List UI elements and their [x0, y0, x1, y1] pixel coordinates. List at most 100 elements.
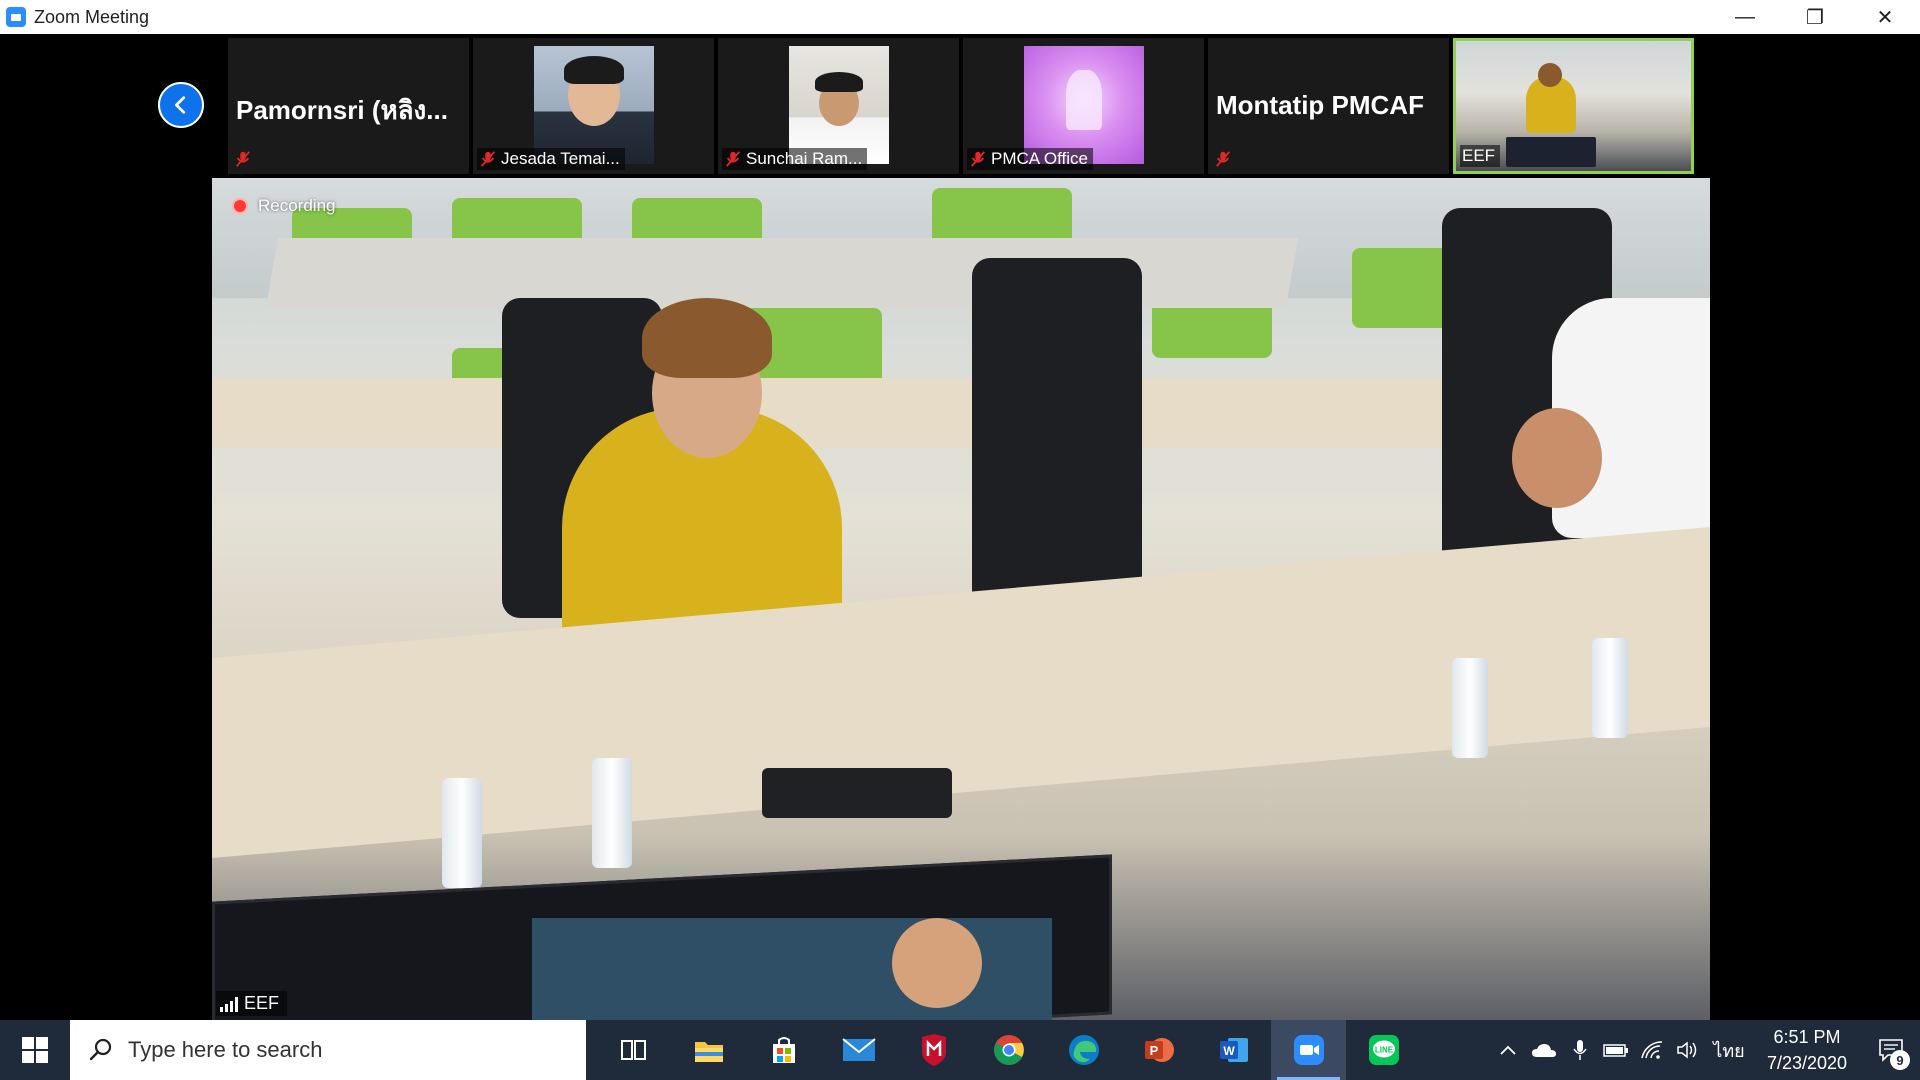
- show-hidden-icons-button[interactable]: [1490, 1020, 1526, 1080]
- svg-text:W: W: [1223, 1044, 1235, 1058]
- participant-tile-active-speaker[interactable]: EEF: [1453, 38, 1694, 174]
- speaker-icon: [1677, 1041, 1697, 1059]
- muted-mic-icon: [1216, 151, 1230, 167]
- video-scene: [1592, 638, 1628, 738]
- search-placeholder: Type here to search: [128, 1037, 323, 1062]
- video-scene: [762, 768, 952, 818]
- system-tray: ไทย 6:51 PM 7/23/2020 9: [1490, 1020, 1920, 1080]
- file-explorer-button[interactable]: [671, 1020, 746, 1080]
- file-explorer-icon: [694, 1042, 723, 1062]
- minimize-button[interactable]: —: [1710, 0, 1780, 34]
- participant-label: EEF: [1460, 145, 1501, 167]
- wifi-icon: [1641, 1041, 1663, 1059]
- mcafee-button[interactable]: [896, 1020, 971, 1080]
- participant-name: Pamornsri (หลิง...: [236, 95, 448, 125]
- powerpoint-button[interactable]: P: [1121, 1020, 1196, 1080]
- start-button[interactable]: [0, 1020, 70, 1080]
- mail-button[interactable]: [821, 1020, 896, 1080]
- action-center-button[interactable]: 9: [1862, 1020, 1920, 1080]
- microphone-button[interactable]: [1562, 1020, 1598, 1080]
- zoom-icon: [1293, 1035, 1324, 1065]
- participant-tile[interactable]: Jesada Temai...: [473, 38, 714, 174]
- word-icon: W: [1219, 1038, 1248, 1062]
- meeting-area: Pamornsri (หลิง... Jesada Temai... Sunch…: [0, 34, 1920, 1020]
- restore-button[interactable]: ❐: [1780, 0, 1850, 34]
- participant-tile[interactable]: Sunchai Ram...: [718, 38, 959, 174]
- muted-mic-icon: [481, 151, 495, 167]
- video-scene: [442, 778, 482, 888]
- participant-name: Jesada Temai...: [501, 149, 620, 168]
- chevron-left-icon: [175, 96, 186, 114]
- mcafee-icon: [921, 1034, 946, 1066]
- video-scene: [1512, 408, 1602, 508]
- window-controls: — ❐ ✕: [1710, 0, 1920, 34]
- muted-mic-icon: [726, 151, 740, 167]
- main-speaker-video: Recording EEF: [212, 178, 1710, 1020]
- windows-taskbar: Type here to search P W LINE ไทย 6:51 PM…: [0, 1020, 1920, 1080]
- cloud-icon: [1532, 1044, 1556, 1057]
- participant-video: [533, 46, 654, 164]
- chevron-up-icon: [1500, 1045, 1516, 1055]
- chrome-button[interactable]: [971, 1020, 1046, 1080]
- clock-date: 7/23/2020: [1766, 1053, 1848, 1073]
- line-icon: LINE: [1368, 1035, 1399, 1065]
- edge-button[interactable]: [1046, 1020, 1121, 1080]
- participant-video: [1023, 46, 1144, 164]
- window-title: Zoom Meeting: [34, 6, 150, 27]
- video-scene: [892, 918, 982, 1008]
- video-scene: [592, 758, 632, 868]
- taskbar-apps: P W LINE: [596, 1020, 1421, 1080]
- powerpoint-icon: P: [1144, 1038, 1174, 1062]
- microsoft-store-button[interactable]: [746, 1020, 821, 1080]
- svg-text:P: P: [1149, 1043, 1158, 1058]
- participant-name: PMCA Office: [991, 149, 1088, 168]
- zoom-button[interactable]: [1271, 1020, 1346, 1080]
- participant-name: Sunchai Ram...: [746, 149, 863, 168]
- line-button[interactable]: LINE: [1346, 1020, 1421, 1080]
- participant-tile[interactable]: PMCA Office: [963, 38, 1204, 174]
- main-speaker-name: EEF: [244, 993, 280, 1013]
- previous-page-button[interactable]: [158, 82, 204, 128]
- battery-icon: [1603, 1044, 1628, 1057]
- muted-mic-icon: [971, 151, 985, 167]
- notification-count-badge: 9: [1890, 1050, 1910, 1070]
- word-button[interactable]: W: [1196, 1020, 1271, 1080]
- main-speaker-label: EEF: [216, 991, 288, 1016]
- participant-tile[interactable]: Montatip PMCAF: [1208, 38, 1449, 174]
- task-view-icon: [620, 1040, 646, 1060]
- video-scene: [1452, 658, 1488, 758]
- participant-name: EEF: [1462, 146, 1496, 165]
- participant-video: [788, 46, 889, 164]
- participant-name: Montatip PMCAF: [1216, 90, 1424, 120]
- taskbar-clock[interactable]: 6:51 PM 7/23/2020: [1752, 1024, 1862, 1076]
- volume-button[interactable]: [1670, 1020, 1706, 1080]
- participant-label: Sunchai Ram...: [722, 148, 868, 170]
- participant-label: [232, 148, 257, 170]
- task-view-button[interactable]: [596, 1020, 671, 1080]
- video-scene: [642, 298, 772, 378]
- video-scene: [972, 258, 1142, 618]
- wifi-button[interactable]: [1634, 1020, 1670, 1080]
- microsoft-store-icon: [772, 1037, 795, 1063]
- windows-logo-icon: [22, 1037, 48, 1063]
- participant-label: [1212, 148, 1237, 170]
- signal-strength-icon: [220, 996, 238, 1012]
- muted-mic-icon: [236, 151, 250, 167]
- onedrive-button[interactable]: [1526, 1020, 1562, 1080]
- svg-text:LINE: LINE: [1374, 1046, 1393, 1055]
- mail-icon: [841, 1038, 876, 1061]
- input-language-button[interactable]: ไทย: [1706, 1020, 1752, 1080]
- recording-dot-icon: [232, 198, 248, 214]
- participant-label: Jesada Temai...: [477, 148, 625, 170]
- participant-strip: Pamornsri (หลิง... Jesada Temai... Sunch…: [228, 38, 1694, 174]
- battery-button[interactable]: [1598, 1020, 1634, 1080]
- video-scene: [265, 238, 1299, 308]
- participant-label: PMCA Office: [967, 148, 1093, 170]
- close-button[interactable]: ✕: [1850, 0, 1920, 34]
- search-icon: [89, 1038, 112, 1061]
- clock-time: 6:51 PM: [1773, 1027, 1841, 1047]
- participant-tile[interactable]: Pamornsri (หลิง...: [228, 38, 469, 174]
- microphone-icon: [1573, 1040, 1587, 1060]
- chrome-icon: [993, 1035, 1024, 1065]
- taskbar-search-box[interactable]: Type here to search: [70, 1020, 586, 1080]
